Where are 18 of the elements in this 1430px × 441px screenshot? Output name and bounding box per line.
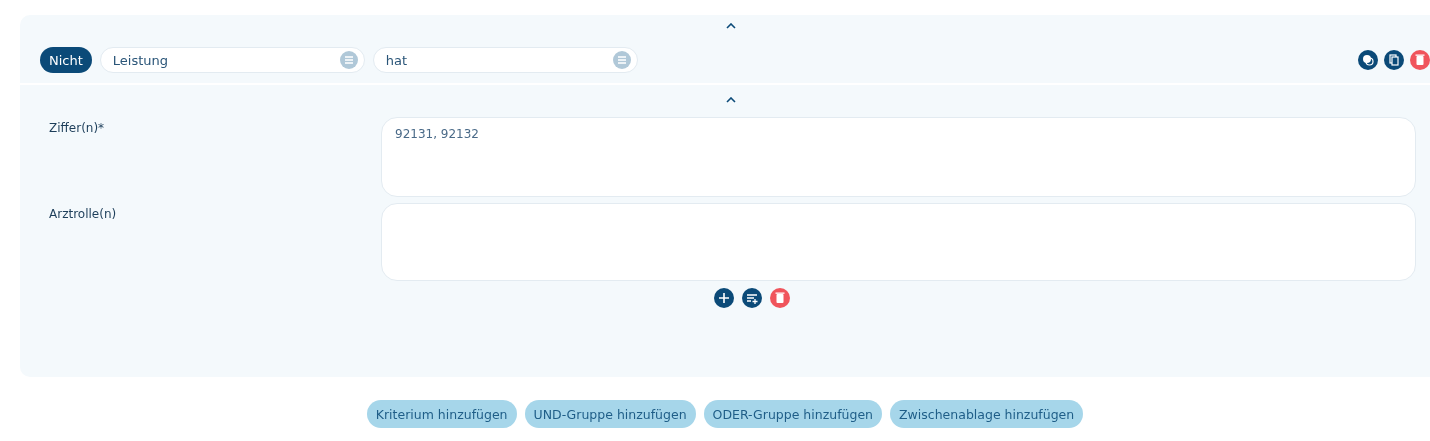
negate-toggle[interactable]: Nicht xyxy=(40,47,92,73)
add-button[interactable]: UND-Gruppe hinzufügen xyxy=(524,400,696,428)
add-icon[interactable] xyxy=(714,288,734,308)
add-list-icon[interactable] xyxy=(742,288,762,308)
delete-icon[interactable] xyxy=(770,288,790,308)
delete-icon[interactable] xyxy=(1410,50,1430,70)
field-label: Arztrolle(n) xyxy=(49,206,118,223)
collapse-chevron-icon[interactable] xyxy=(726,23,736,29)
copy-icon[interactable] xyxy=(1384,50,1404,70)
collapse-chevron-icon[interactable] xyxy=(726,97,736,103)
add-button[interactable]: Kriterium hinzufügen xyxy=(366,400,517,428)
select-field[interactable]: Leistung xyxy=(99,47,365,73)
select-field[interactable]: hat xyxy=(372,47,638,73)
add-button[interactable]: ODER-Gruppe hinzufügen xyxy=(703,400,883,428)
field-label: Ziffer(n)* xyxy=(49,120,106,137)
add-button[interactable]: Zwischenablage hinzufügen xyxy=(890,400,1084,428)
input-field[interactable]: 92131, 92132 xyxy=(381,117,1416,197)
input-field[interactable] xyxy=(381,203,1416,281)
